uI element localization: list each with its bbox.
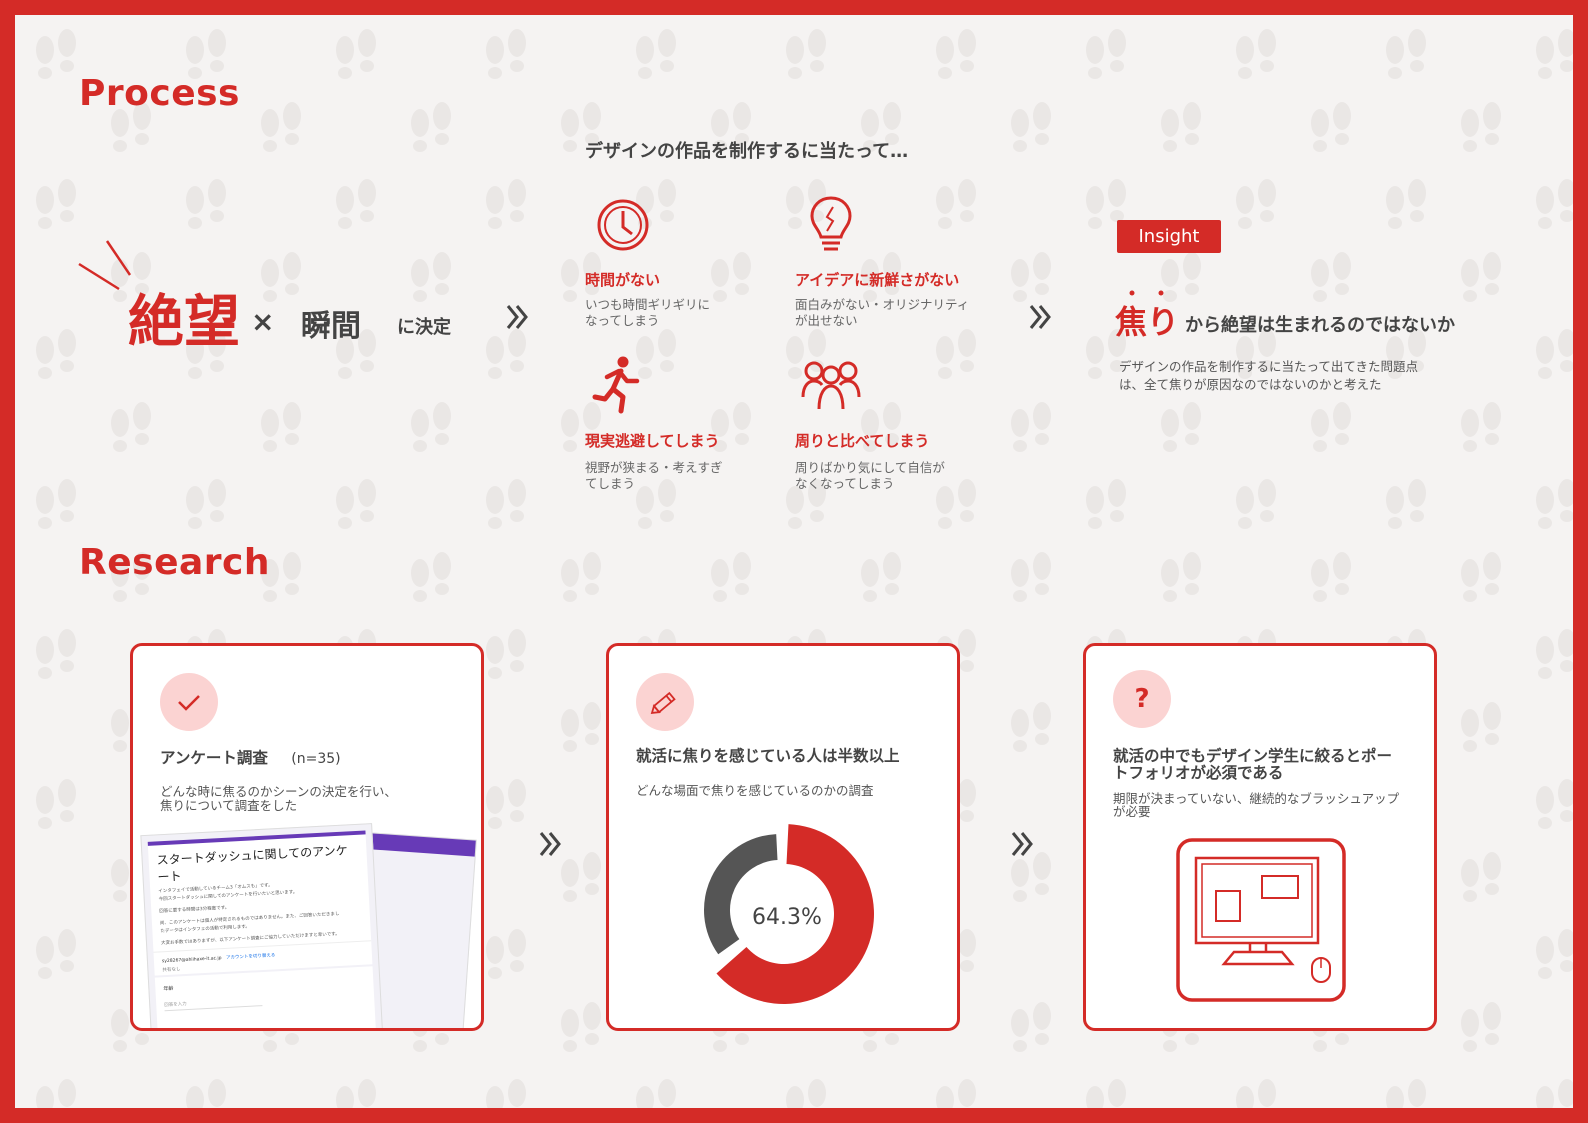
item-desc-compare-others-2: なくなってしまう [795,476,895,491]
research-card-portfolio: ? 就活の中でもデザイン学生に絞るとポー トフォリオが必須である 期限が決まって… [1083,643,1437,1031]
card-icon-circle [160,673,218,731]
item-title-compare-others: 周りと比べてしまう [795,432,930,450]
research-card-anxiety-stats: 就活に焦りを感じている人は半数以上 どんな場面で焦りを感じているのかの調査 64… [606,643,960,1031]
form-question-card: 年齢 回答を入力 [154,966,377,1028]
item-title-no-fresh-idea: アイデアに新鮮さがない [795,271,960,289]
item-title-escape-reality: 現実逃避してしまう [585,432,720,450]
double-chevron-right-icon [506,305,528,329]
times-sign: × [251,305,275,338]
form-header-card: スタートダッシュに関してのアンケート インタフェイで活動しているチーム3「オムス… [147,830,373,985]
insight-keyword: 焦り [1115,303,1180,341]
insight-desc-2: は、全て焦りが原因なのではないのかと考えた [1119,377,1382,392]
research-card-survey: アンケート調査 (n=35) どんな時に焦るのかシーンの決定を行い、 焦りについ… [130,643,484,1031]
computer-monitor-icon [1176,838,1346,1002]
insight-desc-1: デザインの作品を制作するに当たって出てきた問題点 [1119,359,1419,374]
item-title-no-time: 時間がない [585,271,661,289]
decided-text: に決定 [397,317,451,338]
emphasis-dots-icon [1129,290,1164,296]
portfolio-title-2: トフォリオが必須である [1113,764,1284,782]
process-header: デザインの作品を制作するに当たって… [585,141,909,162]
survey-form-screenshot: …力のみ …ります。 スタートダッシュに関してのアンケート インタフェイで活動し… [140,823,481,1028]
survey-title: アンケート調査 [160,749,268,767]
pencil-icon [650,691,676,714]
item-desc-no-time-1: いつも時間ギリギリに [585,297,711,312]
double-chevron-right-icon [539,832,561,856]
item-desc-no-fresh-idea-1: 面白みがない・オリジナリティ [795,297,970,312]
form-field-input[interactable]: 回答を入力 [163,989,263,1012]
check-icon [178,695,200,711]
donut-chart: 64.3% [704,824,874,1004]
running-person-icon [592,356,640,414]
lightbulb-icon [810,196,852,251]
donut-center-label: 64.3% [752,905,822,930]
card-title-survey: アンケート調査 (n=35) [160,750,341,768]
page: Process デザインの作品を制作するに当たって… 絶望 × 瞬間 に決定 時… [0,0,1588,1123]
donut-slice-other [704,834,778,955]
form-front-sheet: スタートダッシュに関してのアンケート インタフェイで活動しているチーム3「オムス… [140,823,384,1028]
double-chevron-right-icon [1029,305,1051,329]
survey-desc-2: 焦りについて調査をした [160,798,298,813]
question-icon: ? [1134,684,1150,714]
stats-desc: どんな場面で焦りを感じているのかの調査 [636,783,874,798]
moment-word: 瞬間 [301,309,361,344]
insight-badge: Insight [1117,220,1221,253]
research-title: Research [79,542,270,583]
survey-count: (n=35) [291,751,341,767]
card-icon-circle [636,673,694,731]
group-people-icon [801,361,861,410]
item-desc-compare-others-1: 周りばかり気にして自信が [795,460,945,475]
item-desc-escape-reality-2: てしまう [585,476,636,491]
process-title: Process [79,73,240,114]
portfolio-desc-2: が必要 [1113,804,1151,819]
survey-desc-1: どんな時に焦るのかシーンの決定を行い、 [160,784,397,799]
portfolio-title-1: 就活の中でもデザイン学生に絞るとポー [1113,747,1393,765]
item-desc-escape-reality-1: 視野が狭まる・考えすぎ [585,460,723,475]
card-icon-circle: ? [1113,670,1171,728]
insight-headline: から絶望は生まれるのではないか [1185,315,1455,336]
despair-word: 絶望 [128,290,240,355]
item-desc-no-fresh-idea-2: が出せない [795,313,858,328]
double-chevron-right-icon [1011,832,1033,856]
portfolio-desc-1: 期限が決まっていない、継続的なブラッシュアップ [1113,791,1400,806]
stats-title: 就活に焦りを感じている人は半数以上 [636,747,900,765]
clock-icon [597,199,649,251]
item-desc-no-time-2: なってしまう [585,313,660,328]
